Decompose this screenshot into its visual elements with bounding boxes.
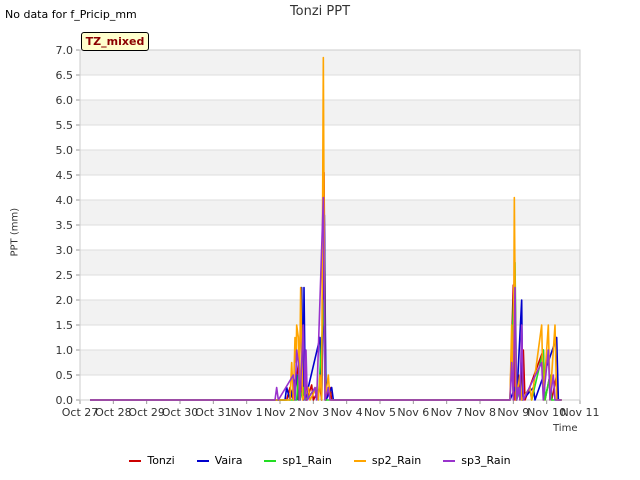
x-tick-label: Nov 7 [431, 406, 463, 419]
legend-item-sp1-rain: sp1_Rain [264, 454, 332, 467]
x-tick-label: Nov 9 [497, 406, 529, 419]
y-tick-label: 6.0 [56, 94, 74, 107]
x-tick-label: Oct 28 [95, 406, 132, 419]
x-tick-label: Nov 1 [231, 406, 263, 419]
y-tick-label: 3.0 [56, 244, 74, 257]
plot-band [80, 225, 580, 250]
plot-band [80, 275, 580, 300]
legend-label: sp3_Rain [461, 454, 511, 467]
legend-swatch [129, 459, 142, 462]
y-tick-label: 6.5 [56, 69, 74, 82]
y-tick-label: 5.5 [56, 119, 74, 132]
y-tick-label: 1.5 [56, 319, 74, 332]
chart-legend: Tonzi Vaira sp1_Rain sp2_Rain sp3_Rain [0, 454, 640, 467]
y-tick-label: 3.5 [56, 219, 74, 232]
y-tick-label: 4.0 [56, 194, 74, 207]
legend-label: Tonzi [147, 454, 175, 467]
y-tick-label: 1.0 [56, 344, 74, 357]
plot-band [80, 125, 580, 150]
plot-band [80, 300, 580, 325]
plot-band [80, 100, 580, 125]
plot-band [80, 150, 580, 175]
x-tick-label: Nov 3 [297, 406, 329, 419]
x-tick-label: Nov 11 [561, 406, 600, 419]
ppt-line-chart: 0.00.51.01.52.02.53.03.54.04.55.05.56.06… [56, 44, 600, 419]
plot-band [80, 75, 580, 100]
y-tick-label: 2.0 [56, 294, 74, 307]
x-tick-label: Oct 27 [62, 406, 99, 419]
legend-swatch [443, 459, 456, 462]
x-tick-label: Nov 5 [364, 406, 396, 419]
plot-band [80, 50, 580, 75]
x-tick-label: Nov 4 [331, 406, 363, 419]
y-tick-label: 4.5 [56, 169, 74, 182]
y-tick-label: 2.5 [56, 269, 74, 282]
site-badge: TZ_mixed [81, 32, 149, 51]
plot-band [80, 175, 580, 200]
plot-band [80, 325, 580, 350]
legend-label: Vaira [214, 454, 243, 467]
legend-item-sp2-rain: sp2_Rain [353, 454, 422, 467]
plot-band [80, 250, 580, 275]
x-tick-label: Nov 2 [264, 406, 296, 419]
x-tick-label: Oct 29 [128, 406, 165, 419]
legend-swatch [353, 459, 366, 462]
legend-label: sp1_Rain [282, 454, 332, 467]
legend-item-tonzi: Tonzi [129, 454, 175, 467]
x-tick-label: Oct 31 [195, 406, 232, 419]
legend-swatch [264, 459, 277, 462]
x-tick-label: Oct 30 [162, 406, 199, 419]
x-axis-label: Time [553, 423, 578, 434]
plot-band [80, 200, 580, 225]
y-tick-label: 7.0 [56, 44, 74, 57]
y-axis-label: PPT (mm) [9, 207, 21, 257]
legend-swatch [196, 459, 209, 462]
legend-label: sp2_Rain [371, 454, 422, 467]
plot-band [80, 350, 580, 375]
legend-item-sp3-rain: sp3_Rain [443, 454, 511, 467]
y-tick-label: 0.5 [56, 369, 74, 382]
legend-item-vaira: Vaira [196, 454, 243, 467]
x-tick-label: Nov 6 [397, 406, 429, 419]
y-tick-label: 5.0 [56, 144, 74, 157]
x-tick-label: Nov 8 [464, 406, 496, 419]
